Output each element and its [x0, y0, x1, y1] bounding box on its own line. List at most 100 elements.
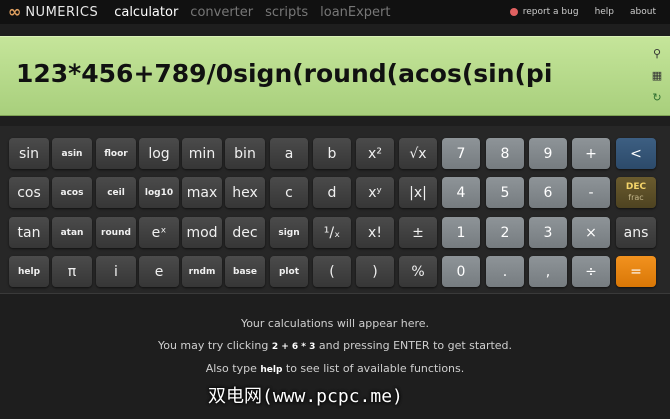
key-asin[interactable]: asin — [52, 138, 92, 169]
key-square[interactable]: x² — [356, 138, 394, 169]
tab-calculator[interactable]: calculator — [114, 5, 178, 20]
key-close-paren[interactable]: ) — [356, 256, 394, 287]
key-e[interactable]: e — [139, 256, 179, 287]
key-6[interactable]: 6 — [529, 177, 567, 208]
key-reciprocal[interactable]: ¹/ₓ — [313, 217, 351, 248]
key-label: 5 — [500, 184, 510, 201]
key-percent[interactable]: % — [399, 256, 437, 287]
tab-converter[interactable]: converter — [190, 5, 253, 20]
key-label: bin — [234, 145, 256, 162]
key-atan[interactable]: atan — [52, 217, 92, 248]
key-5[interactable]: 5 — [486, 177, 524, 208]
key-help[interactable]: help — [9, 256, 49, 287]
key-exp[interactable]: eˣ — [139, 217, 179, 248]
key-sqrt[interactable]: √x — [399, 138, 437, 169]
key-label: atan — [60, 227, 84, 238]
logo-text: NUMERICS — [25, 4, 99, 20]
key-acos[interactable]: acos — [52, 177, 92, 208]
key-3[interactable]: 3 — [529, 217, 567, 248]
key-log[interactable]: log — [139, 138, 179, 169]
key-power[interactable]: xʸ — [356, 177, 394, 208]
key-label: log — [148, 145, 170, 162]
keyboard-icon[interactable]: ▦ — [650, 69, 664, 83]
key-label: d — [327, 184, 337, 201]
message-line-3-post: to see list of available functions. — [285, 362, 465, 375]
key-open-paren[interactable]: ( — [313, 256, 351, 287]
key-label: acos — [60, 187, 84, 198]
help-link[interactable]: help — [595, 7, 614, 17]
bug-dot-icon — [509, 8, 518, 16]
key-label: mod — [186, 224, 218, 241]
key-a[interactable]: a — [270, 138, 308, 169]
key-cos[interactable]: cos — [9, 177, 49, 208]
key-comma[interactable]: , — [529, 256, 567, 287]
top-nav-bar: ∞ NUMERICS calculator converter scripts … — [0, 0, 670, 24]
key-log10[interactable]: log10 — [139, 177, 179, 208]
key-ans[interactable]: ans — [616, 217, 656, 248]
key-pi[interactable]: π — [52, 256, 92, 287]
key-sign[interactable]: sign — [270, 217, 308, 248]
key-4[interactable]: 4 — [442, 177, 480, 208]
key-label: a — [284, 145, 294, 162]
tab-scripts[interactable]: scripts — [265, 5, 308, 20]
key-label: floor — [104, 148, 128, 159]
key-b[interactable]: b — [313, 138, 351, 169]
logo[interactable]: ∞ NUMERICS — [8, 4, 98, 20]
recycle-icon[interactable]: ↻ — [650, 91, 664, 105]
key-ceil[interactable]: ceil — [96, 177, 136, 208]
key-sin[interactable]: sin — [9, 138, 49, 169]
key-factorial[interactable]: x! — [356, 217, 394, 248]
key-bin[interactable]: bin — [225, 138, 265, 169]
key-label: , — [545, 263, 551, 280]
key-floor[interactable]: floor — [96, 138, 136, 169]
key-label: ceil — [107, 187, 125, 198]
key-i[interactable]: i — [96, 256, 136, 287]
key-plus[interactable]: + — [572, 138, 610, 169]
key-decimal-point[interactable]: . — [486, 256, 524, 287]
key-label: 1 — [456, 224, 466, 241]
key-d[interactable]: d — [313, 177, 351, 208]
key-abs[interactable]: |x| — [399, 177, 437, 208]
tab-loanexpert[interactable]: loanExpert — [320, 5, 390, 20]
key-label: sign — [278, 227, 300, 238]
key-multiply[interactable]: × — [572, 217, 610, 248]
report-bug-link[interactable]: report a bug — [523, 7, 579, 17]
key-label: tan — [17, 224, 41, 241]
key-plot[interactable]: plot — [270, 256, 308, 287]
key-label: - — [588, 184, 594, 201]
key-2[interactable]: 2 — [486, 217, 524, 248]
key-1[interactable]: 1 — [442, 217, 480, 248]
key-divide[interactable]: ÷ — [572, 256, 610, 287]
key-base[interactable]: base — [225, 256, 265, 287]
expression-text[interactable]: 123*456+789/0sign(round(acos(sin(pi — [16, 59, 552, 88]
key-dec-frac[interactable]: DEC frac — [616, 177, 656, 208]
key-9[interactable]: 9 — [529, 138, 567, 169]
help-messages: Your calculations will appear here. You … — [0, 318, 670, 386]
key-label: < — [630, 145, 642, 162]
pin-icon[interactable]: ⚲ — [650, 47, 664, 61]
key-min[interactable]: min — [182, 138, 222, 169]
key-round[interactable]: round — [96, 217, 136, 248]
key-hex[interactable]: hex — [225, 177, 265, 208]
key-dec[interactable]: dec — [225, 217, 265, 248]
calculator-display[interactable]: 123*456+789/0sign(round(acos(sin(pi ⚲ ▦ … — [0, 36, 670, 116]
key-rndm[interactable]: rndm — [182, 256, 222, 287]
key-equals[interactable]: = — [616, 256, 656, 287]
key-0[interactable]: 0 — [442, 256, 480, 287]
key-8[interactable]: 8 — [486, 138, 524, 169]
key-mod[interactable]: mod — [182, 217, 222, 248]
key-label: 4 — [456, 184, 466, 201]
key-plus-minus[interactable]: ± — [399, 217, 437, 248]
about-link[interactable]: about — [630, 7, 656, 17]
key-c[interactable]: c — [270, 177, 308, 208]
key-tan[interactable]: tan — [9, 217, 49, 248]
message-line-1-text: Your calculations will appear here. — [240, 317, 430, 330]
key-label: ± — [412, 224, 424, 241]
keypad: sin asin floor log min bin a b x² √x 7 8 9 + < cos acos c… — [0, 126, 670, 294]
key-minus[interactable]: - — [572, 177, 610, 208]
key-max[interactable]: max — [182, 177, 222, 208]
key-7[interactable]: 7 — [442, 138, 480, 169]
key-label: max — [186, 184, 218, 201]
key-label: 2 — [500, 224, 510, 241]
key-backspace[interactable]: < — [616, 138, 656, 169]
